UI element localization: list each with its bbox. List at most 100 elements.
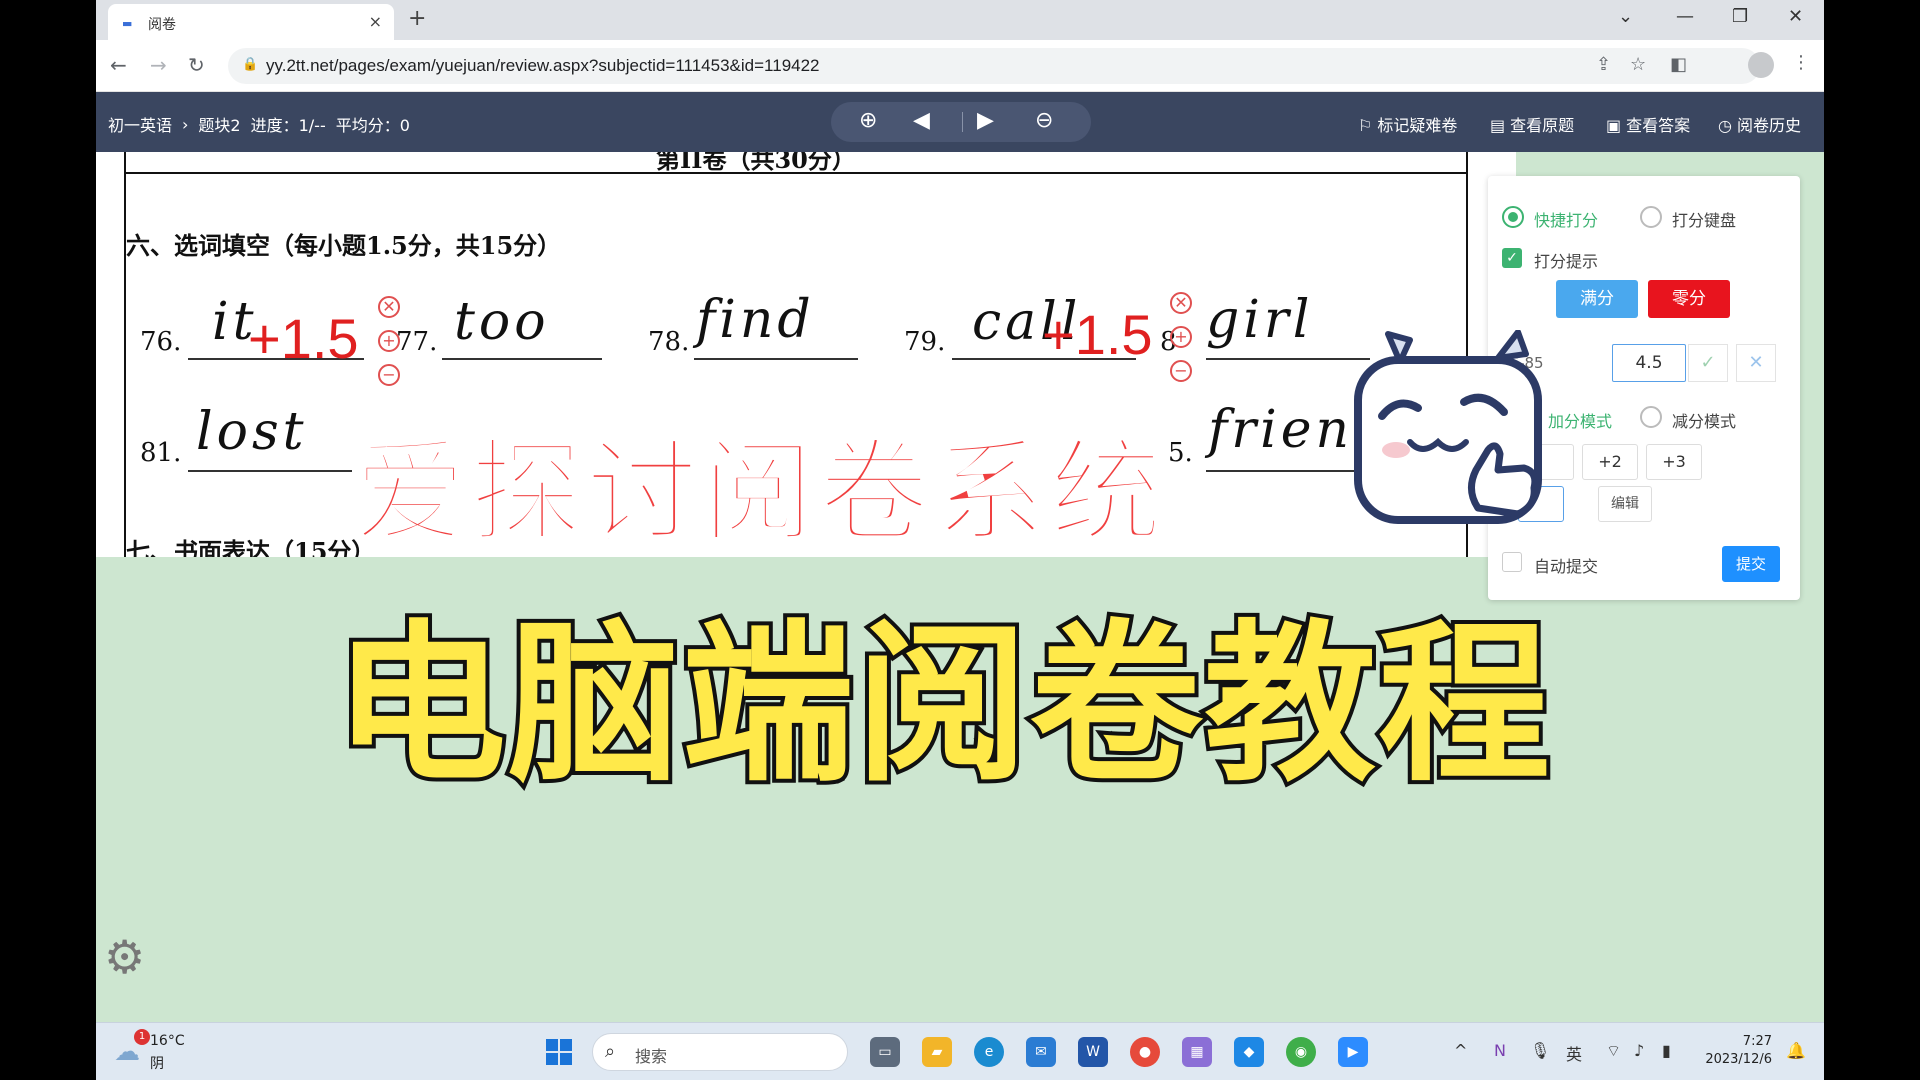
handwritten-answer: lost (196, 402, 308, 462)
next-icon[interactable]: ▶ (977, 108, 994, 133)
edit-steps-button[interactable]: 编辑 (1598, 486, 1652, 522)
clock-date: 2023/12/6 (1705, 1052, 1772, 1067)
step-button-plus3[interactable]: +3 (1646, 444, 1702, 480)
view-answer-button[interactable]: ▣ 查看答案 (1606, 112, 1690, 136)
task-view-icon[interactable]: ▭ (870, 1037, 900, 1067)
minimize-icon[interactable]: — (1676, 6, 1694, 27)
question-heading: 六、选词填空（每小题1.5分，共15分） (126, 231, 562, 260)
question-number: 78. (648, 327, 690, 357)
restore-icon[interactable]: ❐ (1732, 6, 1748, 27)
increase-score-icon[interactable]: + (378, 330, 400, 352)
word-icon[interactable]: W (1078, 1037, 1108, 1067)
document-icon: ▤ (1490, 116, 1506, 135)
taskbar-search[interactable]: ⌕ 搜索 (592, 1033, 848, 1071)
tray-overflow-icon[interactable]: ^ (1454, 1041, 1467, 1060)
start-button[interactable] (546, 1039, 572, 1065)
feishu-icon[interactable]: ◆ (1234, 1037, 1264, 1067)
cancel-score-icon[interactable]: ✕ (1736, 344, 1776, 382)
clear-score-icon[interactable]: ✕ (1170, 292, 1192, 314)
onenote-icon[interactable]: N (1494, 1041, 1506, 1060)
score-hint-checkbox[interactable]: ✓ (1502, 248, 1522, 268)
breadcrumb: 初一英语 › 题块2 进度：1/-- 平均分：0 (108, 112, 410, 136)
settings-gear-icon[interactable]: ⚙ (104, 930, 145, 984)
bookmark-star-icon[interactable]: ☆ (1630, 54, 1646, 75)
app-icon[interactable]: ▦ (1182, 1037, 1212, 1067)
paper-toolbar: ⊕ ◀ ▶ ⊖ (831, 102, 1091, 142)
search-placeholder: 搜索 (635, 1047, 668, 1066)
mascot-sticker (1354, 330, 1542, 524)
chrome-icon[interactable]: ● (1130, 1037, 1160, 1067)
score-hint-label: 打分提示 (1534, 252, 1599, 271)
zoom-in-icon[interactable]: ⊕ (859, 108, 877, 133)
profile-avatar[interactable] (1748, 52, 1774, 78)
forward-icon[interactable]: → (150, 53, 167, 77)
answer-line (442, 358, 602, 360)
browser-tab[interactable]: ▬ 阅卷 × (108, 4, 394, 40)
side-panel-icon[interactable]: ◧ (1670, 54, 1687, 75)
increase-score-icon[interactable]: + (1170, 326, 1192, 348)
edge-browser-icon[interactable]: e (974, 1037, 1004, 1067)
browser-app-icon[interactable]: ◉ (1286, 1037, 1316, 1067)
overlay-title-system: 爱探讨阅卷系统 (353, 427, 1166, 560)
question-number: 81. (140, 438, 182, 468)
decrease-score-icon[interactable]: − (1170, 360, 1192, 382)
history-button[interactable]: ◷ 阅卷历史 (1718, 112, 1801, 136)
confirm-score-icon[interactable]: ✓ (1688, 344, 1728, 382)
breadcrumb-subject[interactable]: 初一英语 (108, 112, 172, 136)
tab-search-chevron-icon[interactable]: ⌄ (1618, 6, 1633, 27)
mark-difficult-button[interactable]: ⚐ 标记疑难卷 (1358, 112, 1457, 136)
breadcrumb-block[interactable]: 题块2 (198, 112, 240, 136)
view-original-button[interactable]: ▤ 查看原题 (1490, 112, 1574, 136)
section-title: 第II卷（共30分） (656, 152, 856, 174)
score-mark: +1.5 (1042, 303, 1153, 366)
back-icon[interactable]: ← (110, 53, 127, 77)
weather-badge: 1 (134, 1029, 150, 1045)
clock-icon: ◷ (1718, 116, 1732, 135)
keyboard-score-radio[interactable] (1640, 206, 1662, 228)
clock[interactable]: 7:27 2023/12/6 (1700, 1033, 1772, 1069)
new-tab-button[interactable]: + (408, 6, 426, 31)
answer-icon: ▣ (1606, 116, 1622, 135)
browser-menu-icon[interactable]: ⋮ (1792, 52, 1810, 73)
close-window-icon[interactable]: ✕ (1788, 6, 1803, 27)
ime-indicator[interactable]: 英 (1566, 1041, 1582, 1065)
step-button-plus2[interactable]: +2 (1582, 444, 1638, 480)
quick-score-radio[interactable] (1502, 206, 1524, 228)
share-icon[interactable]: ⇪ (1596, 54, 1611, 75)
average-label: 平均分：0 (335, 116, 410, 135)
quick-score-label: 快捷打分 (1534, 211, 1599, 230)
mark-difficult-label: 标记疑难卷 (1377, 116, 1458, 135)
previous-icon[interactable]: ◀ (913, 108, 930, 133)
mail-icon[interactable]: ✉ (1026, 1037, 1056, 1067)
zero-score-button[interactable]: 零分 (1648, 280, 1730, 318)
address-bar[interactable]: 🔒 yy.2tt.net/pages/exam/yuejuan/review.a… (228, 48, 1760, 84)
browser-toolbar: ← → ↻ 🔒 yy.2tt.net/pages/exam/yuejuan/re… (96, 40, 1824, 92)
wifi-icon[interactable]: ⌔ (1606, 1041, 1621, 1061)
history-label: 阅卷历史 (1736, 116, 1801, 135)
minus-mode-radio[interactable] (1640, 406, 1662, 428)
tab-close-icon[interactable]: × (369, 12, 382, 31)
tab-title: 阅卷 (148, 17, 176, 33)
flag-icon: ⚐ (1358, 116, 1373, 135)
weather-condition: 阴 (150, 1056, 164, 1072)
url-text[interactable]: yy.2tt.net/pages/exam/yuejuan/review.asp… (266, 56, 820, 76)
clear-score-icon[interactable]: ✕ (378, 296, 400, 318)
reload-icon[interactable]: ↻ (188, 53, 205, 77)
meeting-icon[interactable]: ▶ (1338, 1037, 1368, 1067)
microphone-icon[interactable]: 🎙 (1530, 1041, 1550, 1060)
decrease-score-icon[interactable]: − (378, 364, 400, 386)
file-explorer-icon[interactable]: ▰ (922, 1037, 952, 1067)
browser-tab-bar: ▬ 阅卷 × + ⌄ — ❐ ✕ (96, 0, 1824, 40)
submit-button[interactable]: 提交 (1722, 546, 1780, 582)
volume-icon[interactable]: ♪ (1634, 1041, 1644, 1060)
score-input[interactable]: 4.5 (1612, 344, 1686, 382)
answer-line (694, 358, 858, 360)
question-number: 76. (140, 327, 182, 357)
full-score-button[interactable]: 满分 (1556, 280, 1638, 318)
zoom-out-icon[interactable]: ⊖ (1035, 108, 1053, 133)
notification-icon[interactable]: 🔔 (1786, 1041, 1806, 1060)
battery-icon[interactable]: ▮ (1662, 1041, 1671, 1060)
screen: ▬ 阅卷 × + ⌄ — ❐ ✕ ← → ↻ 🔒 yy.2tt.net/page… (96, 0, 1824, 1080)
score-mark: +1.5 (248, 307, 359, 370)
breadcrumb-chevron-icon: › (182, 114, 189, 134)
